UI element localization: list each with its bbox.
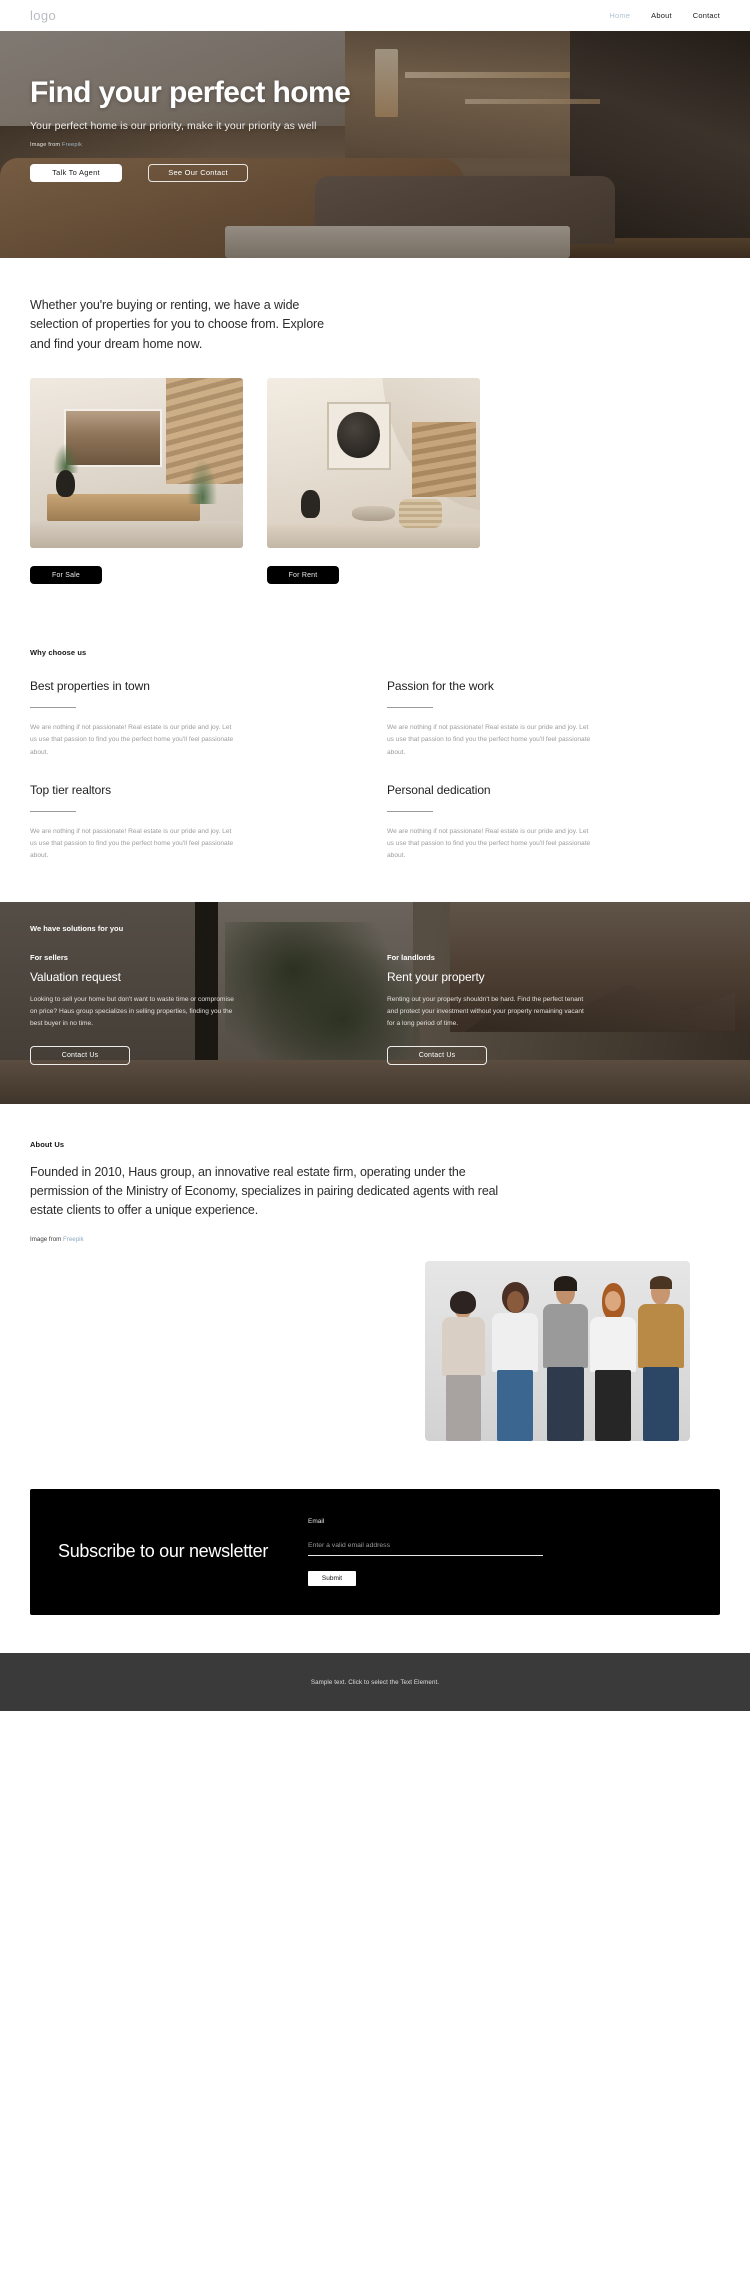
why-choose-us-section: Why choose us Best properties in town We… — [0, 584, 750, 862]
hero-button-group: Talk To Agent See Our Contact — [30, 163, 720, 182]
newsletter-title: Subscribe to our newsletter — [58, 1541, 269, 1562]
why-item-body: We are nothing if not passionate! Real e… — [387, 827, 591, 860]
divider-rule — [387, 810, 433, 812]
solutions-body: Renting out your property shouldn't be h… — [387, 996, 584, 1027]
hero-title: Find your perfect home — [30, 76, 351, 109]
nav-item-home[interactable]: Home — [609, 11, 630, 20]
solutions-column-landlords: For landlords Rent your property Renting… — [387, 953, 720, 1065]
solutions-title: Valuation request — [30, 970, 121, 985]
divider-rule — [30, 810, 76, 812]
about-eyebrow: About Us — [30, 1140, 65, 1150]
property-image-for-sale[interactable] — [30, 378, 243, 549]
email-input[interactable] — [308, 1542, 543, 1557]
solutions-body: Looking to sell your home but don't want… — [30, 996, 234, 1027]
submit-button[interactable]: Submit — [308, 1571, 356, 1587]
why-item-passion-for-work: Passion for the work We are nothing if n… — [387, 679, 720, 759]
main-navigation: Home About Contact — [609, 11, 720, 20]
credit-prefix: Image from — [30, 1236, 64, 1244]
landing-page: logo Home About Contact Find your perfec… — [0, 0, 750, 1712]
why-item-title: Personal dedication — [387, 782, 491, 797]
why-item-top-tier-realtors: Top tier realtors We are nothing if not … — [30, 783, 363, 863]
talk-to-agent-button[interactable]: Talk To Agent — [30, 163, 122, 182]
solutions-title: Rent your property — [387, 970, 485, 985]
nav-item-about[interactable]: About — [651, 11, 672, 20]
contact-us-button-sellers[interactable]: Contact Us — [30, 1045, 130, 1065]
divider-rule — [30, 707, 76, 709]
property-card-for-rent: For Rent — [267, 378, 480, 585]
why-item-title: Top tier realtors — [30, 782, 111, 797]
hero-subtitle: Your perfect home is our priority, make … — [30, 119, 317, 132]
for-rent-button[interactable]: For Rent — [267, 566, 339, 585]
property-cards: For Sale For Rent — [0, 354, 750, 585]
site-footer: Sample text. Click to select the Text El… — [0, 1653, 750, 1712]
why-choose-us-grid-row-2: Top tier realtors We are nothing if not … — [30, 783, 720, 863]
intro-paragraph: Whether you're buying or renting, we hav… — [30, 298, 324, 351]
solutions-eyebrow: We have solutions for you — [30, 924, 124, 934]
solutions-label: For sellers — [30, 953, 68, 963]
footer-sample-text[interactable]: Sample text. Click to select the Text El… — [311, 1679, 439, 1686]
site-header: logo Home About Contact — [0, 0, 750, 31]
property-image-for-rent[interactable] — [267, 378, 480, 549]
why-item-body: We are nothing if not passionate! Real e… — [30, 827, 234, 860]
nav-item-contact[interactable]: Contact — [693, 11, 720, 20]
see-our-contact-button[interactable]: See Our Contact — [148, 163, 248, 182]
about-body: Founded in 2010, Haus group, an innovati… — [30, 1165, 499, 1218]
contact-us-button-landlords[interactable]: Contact Us — [387, 1045, 487, 1065]
team-photo — [425, 1261, 690, 1442]
why-item-body: We are nothing if not passionate! Real e… — [387, 724, 591, 756]
newsletter-form: Email Submit — [308, 1518, 543, 1587]
hero-image-credit: Image from Freepik — [30, 142, 720, 148]
freepik-link[interactable]: Freepik — [62, 142, 82, 148]
why-item-title: Passion for the work — [387, 679, 494, 694]
newsletter-section: Subscribe to our newsletter Email Submit — [0, 1441, 750, 1616]
about-section: About Us Founded in 2010, Haus group, an… — [0, 1104, 750, 1442]
property-card-for-sale: For Sale — [30, 378, 243, 585]
intro-section: Whether you're buying or renting, we hav… — [0, 258, 750, 354]
why-item-personal-dedication: Personal dedication We are nothing if no… — [387, 783, 720, 863]
solutions-label: For landlords — [387, 953, 435, 963]
why-item-body: We are nothing if not passionate! Real e… — [30, 724, 234, 756]
why-choose-us-eyebrow: Why choose us — [30, 648, 87, 658]
why-item-best-properties: Best properties in town We are nothing i… — [30, 679, 363, 759]
freepik-link[interactable]: Freepik — [63, 1236, 84, 1243]
site-logo[interactable]: logo — [30, 8, 56, 23]
email-label: Email — [308, 1518, 325, 1526]
solutions-column-sellers: For sellers Valuation request Looking to… — [30, 953, 363, 1065]
hero-section: Find your perfect home Your perfect home… — [0, 31, 750, 258]
why-item-title: Best properties in town — [30, 679, 150, 694]
solutions-section: We have solutions for you For sellers Va… — [0, 902, 750, 1105]
for-sale-button[interactable]: For Sale — [30, 566, 102, 585]
why-choose-us-grid-row-1: Best properties in town We are nothing i… — [30, 679, 720, 759]
credit-prefix: Image from — [30, 141, 63, 148]
about-image-credit: Image from Freepik — [30, 1236, 720, 1243]
divider-rule — [387, 707, 433, 709]
